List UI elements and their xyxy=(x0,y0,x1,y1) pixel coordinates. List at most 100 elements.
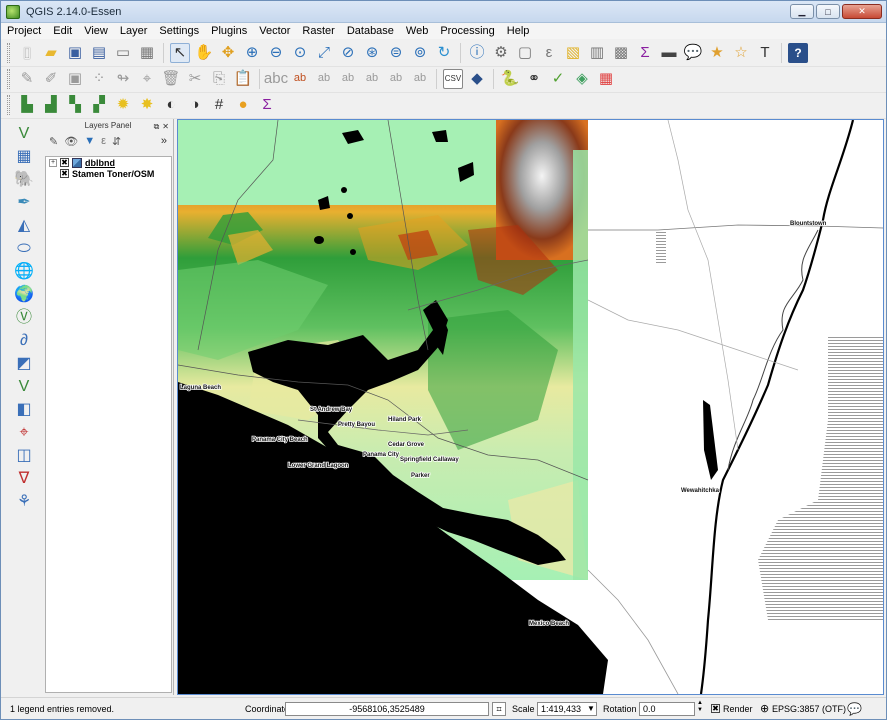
layer-name[interactable]: Stamen Toner/OSM xyxy=(72,169,154,179)
color-grid-icon[interactable]: ▦ xyxy=(596,69,616,89)
new-project-icon[interactable]: ▯ xyxy=(17,43,37,63)
layer-labeling-icon[interactable]: ab xyxy=(290,69,310,89)
toolbar-grip[interactable] xyxy=(7,42,10,63)
add-mssql-layer-icon[interactable]: ◭ xyxy=(12,215,36,236)
decrease-brightness-icon[interactable]: ✸ xyxy=(137,95,157,115)
layer-visibility-checkbox[interactable]: ✖ xyxy=(60,158,69,167)
zoom-to-selection-icon[interactable]: ⊘ xyxy=(338,43,358,63)
select-features-icon[interactable]: ▢ xyxy=(515,43,535,63)
map-canvas[interactable]: Blountstown Laguna Beach St Andrew Bay P… xyxy=(177,119,884,695)
increase-contrast-icon[interactable]: ◐ xyxy=(161,95,181,115)
move-feature-icon[interactable]: ↬ xyxy=(113,69,133,89)
pan-to-selection-icon[interactable]: ✥ xyxy=(218,43,238,63)
refresh-icon[interactable]: ↻ xyxy=(434,43,454,63)
layer-name[interactable]: dblbnd xyxy=(85,158,115,168)
add-raster-layer-icon[interactable]: ▦ xyxy=(12,146,36,167)
menu-layer[interactable]: Layer xyxy=(114,24,154,38)
rotation-spinbox[interactable]: 0.0 xyxy=(639,701,695,716)
filter-legend-icon[interactable]: ▼ xyxy=(84,135,95,147)
rotate-label-icon[interactable]: ab xyxy=(386,69,406,89)
menu-plugins[interactable]: Plugins xyxy=(205,24,253,38)
toggle-editing-icon[interactable]: ✐ xyxy=(41,69,61,89)
menu-processing[interactable]: Processing xyxy=(434,24,500,38)
crs-globe-icon[interactable]: ⊕ xyxy=(760,702,769,715)
filter-expression-icon[interactable]: ε xyxy=(101,135,106,147)
toolbar-grip[interactable] xyxy=(7,94,10,115)
add-oracle-layer-icon[interactable]: ⬭ xyxy=(12,238,36,259)
copy-features-icon[interactable]: ⎘ xyxy=(209,69,229,89)
composer-manager-icon[interactable]: ▦ xyxy=(137,43,157,63)
zoom-in-icon[interactable]: ⊕ xyxy=(242,43,262,63)
current-edits-icon[interactable]: ✎ xyxy=(17,69,37,89)
menu-help[interactable]: Help xyxy=(501,24,536,38)
zoom-to-layer-icon[interactable]: ⊛ xyxy=(362,43,382,63)
crs-label[interactable]: EPSG:3857 (OTF) xyxy=(772,704,846,714)
layer-visibility-checkbox[interactable]: ✖ xyxy=(60,169,69,178)
menu-web[interactable]: Web xyxy=(400,24,434,38)
embed-layers-icon[interactable]: ∇ xyxy=(12,468,36,489)
save-as-icon[interactable]: ▤ xyxy=(89,43,109,63)
show-hide-labels-icon[interactable]: ab xyxy=(338,69,358,89)
field-calculator-icon[interactable]: ▩ xyxy=(611,43,631,63)
move-label-icon[interactable]: ab xyxy=(362,69,382,89)
toggle-extent-icon[interactable]: ⌗ xyxy=(492,701,506,716)
add-feature-icon[interactable]: ⁘ xyxy=(89,69,109,89)
add-delimited-text-icon[interactable]: CSV xyxy=(443,68,463,89)
map-render[interactable]: Blountstown Laguna Beach St Andrew Bay P… xyxy=(178,120,883,694)
measure-line-icon[interactable]: ▬ xyxy=(659,43,679,63)
chevron-down-icon[interactable]: ▼ xyxy=(587,704,595,713)
select-by-expression-icon[interactable]: ε xyxy=(539,43,559,63)
create-layer-icon[interactable]: ◫ xyxy=(12,445,36,466)
node-tool-icon[interactable]: ⌖ xyxy=(137,69,157,89)
toolbar-grip[interactable] xyxy=(7,68,10,89)
new-bookmark-icon[interactable]: ★ xyxy=(707,43,727,63)
open-project-icon[interactable]: ▰ xyxy=(41,43,61,63)
local-stretch-icon[interactable]: ▟ xyxy=(41,95,61,115)
georeferencer-icon[interactable]: ✓ xyxy=(548,69,568,89)
paste-features-icon[interactable]: 📋 xyxy=(233,69,253,89)
style-manager-icon[interactable]: ✎ xyxy=(49,135,58,148)
add-postgis-layer-icon[interactable]: 🐘 xyxy=(12,169,36,190)
remove-layer-icon[interactable]: ⌖ xyxy=(12,422,36,443)
zoom-full-icon[interactable]: ⤢ xyxy=(314,43,334,63)
close-button[interactable]: ✕ xyxy=(842,4,882,19)
layer-row[interactable]: ✖ Stamen Toner/OSM xyxy=(46,168,171,179)
local-histogram-icon[interactable]: ▞ xyxy=(89,95,109,115)
expand-all-icon[interactable]: ⇵ xyxy=(112,135,121,148)
zoom-native-icon[interactable]: ⊙ xyxy=(290,43,310,63)
menu-project[interactable]: Project xyxy=(1,24,47,38)
delete-selected-icon[interactable]: 🗑 xyxy=(161,69,181,89)
menu-raster[interactable]: Raster xyxy=(296,24,340,38)
coordinate-input[interactable]: -9568106,3525489 xyxy=(285,701,489,716)
menu-settings[interactable]: Settings xyxy=(153,24,205,38)
geocode-icon[interactable]: ⚭ xyxy=(524,69,544,89)
add-virtual-layer-icon[interactable]: ◩ xyxy=(12,353,36,374)
add-spatialite-layer-icon[interactable]: ✒ xyxy=(12,192,36,213)
more-options-icon[interactable]: » xyxy=(161,135,167,147)
expand-icon[interactable]: + xyxy=(49,158,57,167)
histogram-stretch-icon[interactable]: ▙ xyxy=(17,95,37,115)
zoom-last-icon[interactable]: ⊜ xyxy=(386,43,406,63)
save-edits-icon[interactable]: ▣ xyxy=(65,69,85,89)
identify-icon[interactable]: ⓘ xyxy=(467,43,487,63)
help-icon[interactable]: ? xyxy=(788,42,808,63)
pan-map-icon[interactable]: ✋ xyxy=(194,43,214,63)
text-annotation-icon[interactable]: T xyxy=(755,43,775,63)
add-vector-layer-icon[interactable]: V xyxy=(12,123,36,144)
float-panel-icon[interactable]: ⧉ xyxy=(154,120,160,133)
zoom-out-icon[interactable]: ⊖ xyxy=(266,43,286,63)
label-tool-icon[interactable]: abc xyxy=(264,69,288,89)
new-shapefile-icon[interactable]: V xyxy=(12,376,36,397)
touch-zoom-pan-icon[interactable]: ↖ xyxy=(170,42,190,63)
zoom-next-icon[interactable]: ⊚ xyxy=(410,43,430,63)
cut-features-icon[interactable]: ✂ xyxy=(185,69,205,89)
run-feature-action-icon[interactable]: ⚙ xyxy=(491,43,511,63)
maximize-button[interactable]: □ xyxy=(816,4,840,19)
messages-icon[interactable]: 💬 xyxy=(847,702,862,716)
change-label-icon[interactable]: ab xyxy=(410,69,430,89)
statistics-icon[interactable]: Σ xyxy=(635,43,655,63)
visibility-icon[interactable]: 👁 xyxy=(64,135,78,148)
attribute-table-icon[interactable]: ▥ xyxy=(587,43,607,63)
minimize-button[interactable]: ▁ xyxy=(790,4,814,19)
show-bookmarks-icon[interactable]: ☆ xyxy=(731,43,751,63)
